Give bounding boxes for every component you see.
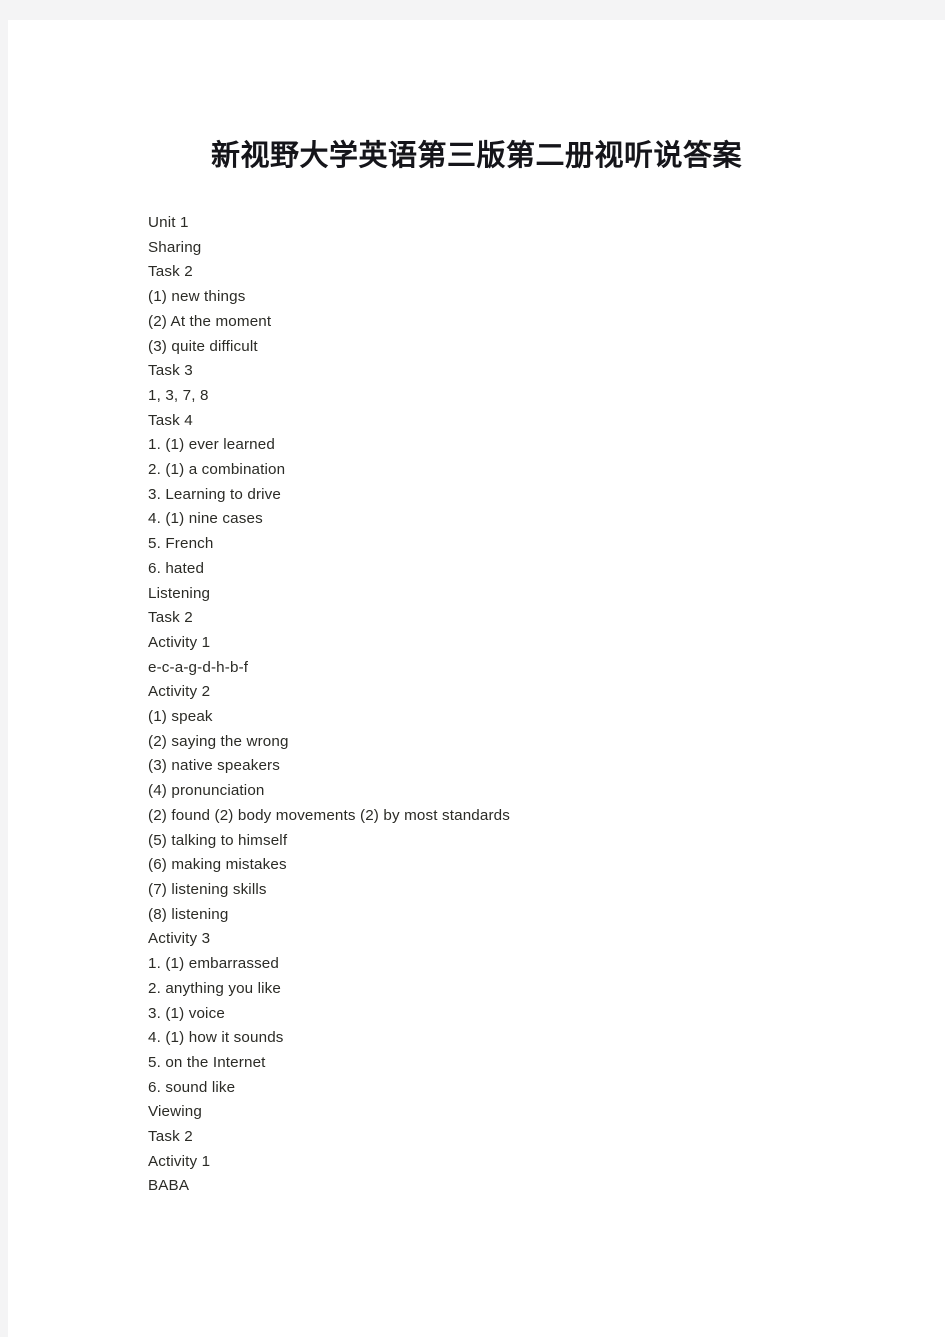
answer-line: Task 2 bbox=[148, 609, 193, 627]
answer-line: 5. on the Internet bbox=[148, 1053, 266, 1071]
answer-line: 1, 3, 7, 8 bbox=[148, 386, 209, 404]
answer-line: 6. hated bbox=[148, 559, 205, 577]
answer-line: (2) found (2) body movements (2) by most… bbox=[148, 806, 511, 824]
answer-line: Activity 3 bbox=[148, 930, 211, 948]
answer-line: Activity 1 bbox=[148, 633, 211, 651]
answer-line: 1. (1) embarrassed bbox=[148, 955, 280, 973]
answer-line: (1) speak bbox=[148, 708, 213, 726]
answer-key-body: Unit 1 Sharing Task 2 (1) new things (2) At … bbox=[148, 211, 908, 1199]
answer-line: (3) native speakers bbox=[148, 757, 281, 775]
answer-line: 5. French bbox=[148, 535, 214, 553]
answer-line: (2) At the moment bbox=[148, 312, 272, 330]
answer-line: 4. (1) how it sounds bbox=[148, 1029, 284, 1047]
answer-line: (2) saying the wrong bbox=[148, 732, 289, 750]
answer-line: (8) listening bbox=[148, 905, 229, 923]
answer-line: 6. sound like bbox=[148, 1078, 236, 1096]
answer-line: Sharing bbox=[148, 238, 202, 256]
answer-line: Task 2 bbox=[148, 263, 193, 281]
answer-line: 2. anything you like bbox=[148, 979, 282, 997]
answer-line: 4. (1) nine cases bbox=[148, 510, 263, 528]
answer-line: 2. (1) a combination bbox=[148, 461, 286, 479]
answer-line: (1) new things bbox=[148, 288, 246, 306]
answer-line: Listening bbox=[148, 584, 211, 602]
answer-line: Activity 1 bbox=[148, 1152, 211, 1170]
answer-line: e-c-a-g-d-h-b-f bbox=[148, 658, 249, 676]
answer-line: BABA bbox=[148, 1177, 190, 1195]
answer-line: (5) talking to himself bbox=[148, 831, 288, 849]
page-title: 新视野大学英语第三版第二册视听说答案 bbox=[210, 140, 742, 173]
answer-line: Activity 2 bbox=[148, 683, 211, 701]
answer-line: Task 3 bbox=[148, 362, 193, 380]
answer-line: (7) listening skills bbox=[148, 880, 267, 898]
answer-line: Unit 1 bbox=[148, 214, 189, 231]
answer-line: (3) quite difficult bbox=[148, 337, 258, 355]
answer-line: (4) pronunciation bbox=[148, 782, 265, 800]
document-page: 新视野大学英语第三版第二册视听说答案 Unit 1 Sharing Task 2 (1… bbox=[8, 20, 945, 1337]
answer-line: 1. (1) ever learned bbox=[148, 436, 275, 454]
answer-line: Task 4 bbox=[148, 411, 193, 429]
answer-line: (6) making mistakes bbox=[148, 856, 287, 874]
page-frame: 新视野大学英语第三版第二册视听说答案 Unit 1 Sharing Task 2 (1… bbox=[0, 0, 945, 1337]
answer-line: 3. Learning to drive bbox=[148, 485, 282, 503]
answer-line: Task 2 bbox=[148, 1128, 193, 1146]
answer-line: Viewing bbox=[148, 1103, 202, 1121]
answer-line: 3. (1) voice bbox=[148, 1004, 225, 1022]
